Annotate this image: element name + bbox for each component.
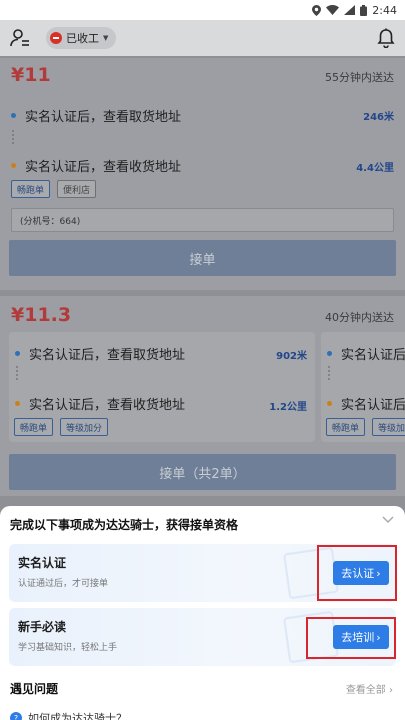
dropoff-address: 实名认证后，查看收货地址: [15, 394, 185, 413]
pickup-address-text: 实名认证后，查看取货地址: [25, 110, 182, 125]
order-note: (分机号：664): [11, 208, 394, 232]
route-dots: [12, 130, 16, 144]
dropoff-dot-icon: [15, 401, 20, 406]
order-price: ¥11.3: [11, 304, 72, 326]
order-tag: 畅跑单: [11, 180, 51, 198]
dropoff-dot-icon: [327, 401, 332, 406]
question-icon: ?: [10, 712, 22, 720]
work-status-label: 已收工: [66, 32, 99, 45]
faq-view-all-link[interactable]: 查看全部 ›: [346, 681, 393, 696]
pickup-dot-icon: [11, 113, 16, 118]
dropoff-dot-icon: [11, 163, 16, 168]
dropoff-address-text: 实名认证后，查看收货地址: [25, 160, 182, 175]
order-tag: 畅跑单: [326, 418, 366, 436]
faq-item-text: 如何成为达达骑士？: [28, 712, 127, 720]
order-tag: 畅跑单: [14, 418, 54, 436]
req-title: 新手必读: [18, 620, 67, 634]
app-header: 已收工 ▼: [0, 20, 405, 56]
req-subtitle: 学习基础知识，轻松上手: [18, 643, 118, 653]
sub-order-card[interactable]: 实名认证后 实名认证后 畅跑单 等级加: [321, 332, 405, 442]
rider-qualification-sheet: 完成以下事项成为达达骑士，获得接单资格 实名认证 认证通过后，才可接单 去认证 …: [0, 506, 405, 720]
req-subtitle: 认证通过后，才可接单: [18, 579, 109, 589]
chevron-down-icon: ▼: [103, 34, 109, 42]
battery-icon: [360, 4, 368, 16]
dropoff-distance: 4.4公里: [356, 163, 394, 174]
work-status-dropdown[interactable]: 已收工 ▼: [46, 27, 117, 49]
dropoff-address: 实名认证后: [327, 394, 405, 413]
order-tag: 等级加分: [60, 418, 109, 436]
pickup-dot-icon: [327, 351, 332, 356]
bell-icon[interactable]: [377, 28, 395, 48]
faq-item[interactable]: ? 如何成为达达骑士？: [10, 710, 127, 720]
pickup-distance: 246米: [363, 112, 394, 123]
status-stop-icon: [50, 32, 62, 44]
order-tag: 等级加: [372, 418, 405, 436]
location-icon: [312, 4, 322, 16]
faq-title: 遇见问题: [10, 682, 59, 696]
order-card-multi[interactable]: ¥11.3 40分钟内送达 实名认证后，查看取货地址 902米 实名认证后，查看…: [0, 296, 405, 496]
profile-menu-icon[interactable]: [10, 28, 30, 48]
pickup-address: 实名认证后: [327, 344, 405, 363]
dropoff-address-text: 实名认证后，查看收货地址: [29, 398, 186, 413]
order-eta: 40分钟内送达: [325, 311, 394, 324]
pickup-address: 实名认证后，查看取货地址: [15, 344, 185, 363]
dropoff-address-text: 实名认证后: [341, 398, 405, 413]
clock-text: 2:44: [372, 3, 397, 17]
accept-order-button[interactable]: 接单（共2单）: [9, 454, 396, 490]
pickup-distance: 902米: [276, 351, 307, 362]
status-bar: 2:44: [0, 0, 405, 20]
order-price: ¥11: [11, 64, 51, 86]
dropoff-address: 实名认证后，查看收货地址: [11, 156, 181, 175]
req-title: 实名认证: [18, 556, 67, 570]
highlight-box: [306, 617, 396, 659]
chevron-right-icon: ›: [389, 685, 393, 696]
faq-view-all-label: 查看全部: [345, 685, 386, 696]
order-eta: 55分钟内送达: [325, 71, 394, 84]
pickup-address-text: 实名认证后: [341, 348, 405, 363]
dropoff-distance: 1.2公里: [269, 402, 307, 413]
wifi-icon: [326, 5, 340, 15]
order-tag: 便利店: [57, 180, 97, 198]
route-dots: [16, 366, 20, 380]
pickup-address: 实名认证后，查看取货地址: [11, 106, 181, 125]
order-card[interactable]: ¥11 55分钟内送达 实名认证后，查看取货地址 246米 实名认证后，查看收货…: [0, 58, 405, 290]
accept-order-button[interactable]: 接单: [9, 240, 396, 276]
collapse-chevron-icon[interactable]: [382, 516, 394, 524]
pickup-address-text: 实名认证后，查看取货地址: [29, 348, 186, 363]
pickup-dot-icon: [15, 351, 20, 356]
highlight-box: [317, 545, 397, 601]
route-dots: [328, 366, 332, 380]
sheet-title: 完成以下事项成为达达骑士，获得接单资格: [10, 518, 239, 532]
sub-order-card[interactable]: 实名认证后，查看取货地址 902米 实名认证后，查看收货地址 1.2公里 畅跑单…: [9, 332, 315, 442]
signal-icon: [344, 5, 356, 15]
